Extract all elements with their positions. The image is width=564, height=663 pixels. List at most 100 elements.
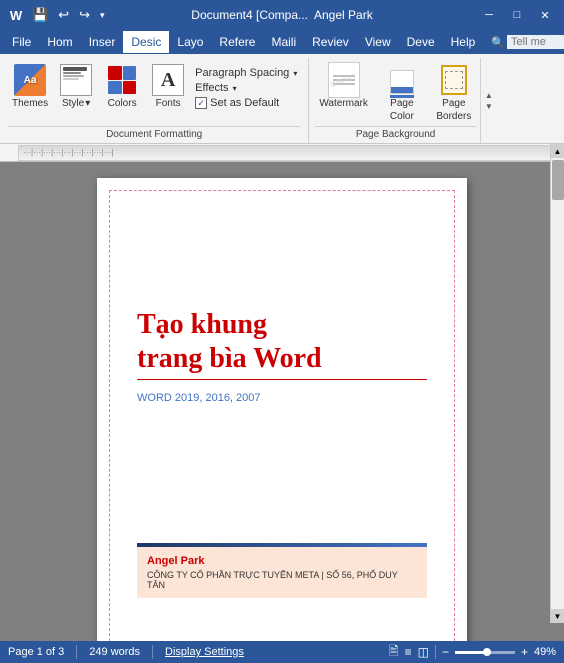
zoom-thumb[interactable] [483, 648, 491, 656]
page-color-label2: Color [390, 111, 414, 122]
ribbon-content: Aa Themes [0, 54, 564, 143]
doc-title: Document4 [Compa... [191, 8, 308, 22]
effects-btn[interactable]: Effects ▾ [192, 81, 300, 95]
word-count: 249 words [89, 646, 140, 658]
page-info: Page 1 of 3 [8, 646, 64, 658]
view-icon-outline[interactable]: ≡ [405, 645, 412, 659]
minimize-btn[interactable]: ─ [478, 4, 500, 26]
doc-formatting-label: Document Formatting [8, 126, 300, 143]
page-color-icon [386, 64, 418, 96]
menu-tellme[interactable]: 🔍 [483, 31, 564, 53]
paragraph-spacing-btn[interactable]: Paragraph Spacing ▾ [192, 66, 300, 80]
page-title-line2: trang bìa Word [137, 343, 322, 374]
set-as-default-checkbox: ✓ [195, 97, 207, 109]
word-icon: W [8, 7, 24, 23]
colors-label: Colors [108, 98, 137, 109]
scroll-down-btn[interactable]: ▼ [551, 609, 564, 623]
menu-insert[interactable]: Inser [81, 31, 124, 53]
footer-beige-box: Angel Park CÔNG TY CỔ PHẦN TRỰC TUYẾN ME… [137, 547, 427, 598]
display-settings[interactable]: Display Settings [165, 646, 244, 658]
page-borders-label: Page [442, 98, 465, 109]
menu-home[interactable]: Hom [39, 31, 80, 53]
colors-icon [106, 64, 138, 96]
undo-icon[interactable]: ↩ [56, 7, 71, 23]
status-sep3 [435, 645, 436, 659]
fonts-button[interactable]: A Fonts [146, 62, 190, 111]
zoom-out-btn[interactable]: − [442, 645, 449, 659]
maximize-btn[interactable]: □ [506, 4, 528, 26]
menu-design[interactable]: Desic [123, 31, 169, 53]
horizontal-ruler: ···|···|···|···|···|···|···|···|···| [0, 144, 564, 162]
watermark-label: Watermark [319, 98, 368, 109]
themes-icon-img: Aa [14, 64, 46, 96]
ribbon: Aa Themes [0, 54, 564, 144]
menu-review[interactable]: Reviev [304, 31, 357, 53]
zoom-fill [455, 651, 484, 654]
page-borders-button[interactable]: Page Borders [432, 62, 476, 124]
page-title-line1: Tạo khung [137, 309, 267, 340]
effects-arrow: ▾ [233, 84, 237, 93]
page-subtitle: WORD 2019, 2016, 2007 [137, 392, 427, 404]
page-color-button[interactable]: Page Color [380, 62, 424, 124]
zoom-slider[interactable] [455, 651, 515, 654]
close-btn[interactable]: ✕ [534, 4, 556, 26]
paragraph-spacing-label: Paragraph Spacing [195, 67, 289, 79]
title-underline [137, 379, 427, 380]
ribbon-scroll-down[interactable]: ▼ [485, 102, 493, 111]
user-name: Angel Park [314, 8, 373, 22]
zoom-bar [455, 651, 515, 654]
redo-icon[interactable]: ↪ [77, 7, 92, 23]
ribbon-scroll: ▲ ▼ [483, 58, 497, 143]
menu-references[interactable]: Refere [211, 31, 263, 53]
canvas-area: Tạo khung trang bìa Word WORD 2019, 2016… [0, 162, 564, 641]
page-borders-icon [438, 64, 470, 96]
style-set-button[interactable]: Style ▾ [54, 62, 98, 111]
watermark-button[interactable]: DRAFT Watermark [315, 62, 372, 111]
title-bar: W 💾 ↩ ↪ ▾ Document4 [Compa... Angel Park… [0, 0, 564, 30]
page-bg-items: DRAFT Watermark [315, 58, 476, 124]
menu-help[interactable]: Help [443, 31, 484, 53]
fonts-label: Fonts [156, 98, 181, 109]
view-icon-read[interactable]: ◫ [418, 645, 429, 659]
scroll-track [551, 162, 564, 609]
fonts-icon-img: A [152, 64, 184, 96]
status-bar: Page 1 of 3 249 words Display Settings 🖹… [0, 641, 564, 663]
ribbon-group-doc-formatting: Aa Themes [4, 58, 309, 143]
themes-button[interactable]: Aa Themes [8, 62, 52, 111]
set-as-default-btn[interactable]: ✓ Set as Default [192, 96, 300, 110]
menu-mailings[interactable]: Maili [263, 31, 304, 53]
tell-me-input[interactable] [507, 35, 564, 49]
ribbon-scroll-up[interactable]: ▲ [485, 91, 493, 100]
document-page: Tạo khung trang bìa Word WORD 2019, 2016… [97, 178, 467, 641]
page-color-label: Page [390, 98, 413, 109]
document-area: Tạo khung trang bìa Word WORD 2019, 2016… [0, 162, 564, 641]
style-set-img [60, 64, 92, 96]
save-icon[interactable]: 💾 [30, 7, 50, 23]
menu-developer[interactable]: Deve [399, 31, 443, 53]
ribbon-group-page-background: DRAFT Watermark [311, 58, 481, 143]
colors-button[interactable]: Colors [100, 62, 144, 111]
page-borders-label2: Borders [436, 111, 471, 122]
formatting-small-group: Paragraph Spacing ▾ Effects ▾ ✓ Set as D… [192, 62, 300, 110]
vertical-scrollbar: ▲ ▼ [550, 162, 564, 623]
scroll-thumb[interactable] [552, 162, 564, 200]
page-bg-label: Page Background [315, 126, 476, 143]
customize-icon[interactable]: ▾ [98, 10, 107, 21]
watermark-icon: DRAFT [328, 64, 360, 96]
effects-label: Effects [195, 82, 228, 94]
page-title: Tạo khung trang bìa Word [137, 308, 427, 375]
menu-layout[interactable]: Layo [169, 31, 211, 53]
zoom-in-btn[interactable]: + [521, 645, 528, 659]
main-area: ▲ ▼ Tạo khung trang bìa Word WORD 2019, … [0, 162, 564, 641]
menu-bar: File Hom Inser Desic Layo Refere Maili R… [0, 30, 564, 54]
menu-file[interactable]: File [4, 31, 39, 53]
footer-name: Angel Park [147, 555, 417, 567]
status-left: Page 1 of 3 249 words Display Settings [8, 645, 244, 659]
status-sep2 [152, 645, 153, 659]
ruler-label: ···|···|···|···|···|···|···|···|···| [19, 148, 114, 157]
themes-icon: Aa [14, 64, 46, 96]
fonts-icon: A [152, 64, 184, 96]
menu-view[interactable]: View [357, 31, 399, 53]
style-set-label: Style [62, 98, 84, 109]
zoom-level[interactable]: 49% [534, 646, 556, 658]
